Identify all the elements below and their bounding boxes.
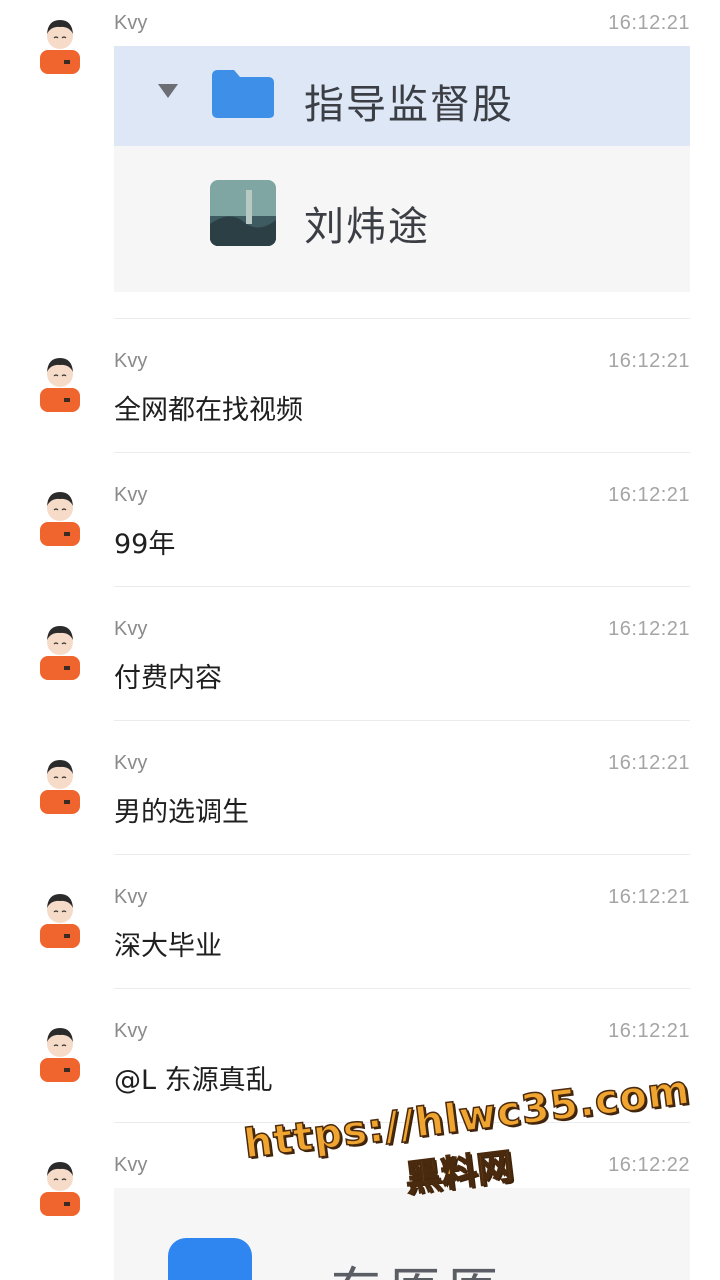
message-time: 16:12:21 — [608, 484, 690, 506]
avatar-icon[interactable] — [36, 1020, 84, 1082]
divider — [114, 988, 690, 989]
caret-down-icon — [158, 84, 178, 98]
app-icon — [168, 1238, 252, 1280]
sender-name: Kvy — [114, 12, 148, 34]
message-text: @L 东源真乱 — [114, 1065, 273, 1096]
group-name: 指导监督股 — [304, 82, 514, 128]
message-time: 16:12:21 — [608, 886, 690, 908]
message-text: 深大毕业 — [114, 931, 222, 962]
avatar-icon[interactable] — [36, 12, 84, 74]
sender-name: Kvy — [114, 618, 148, 640]
sender-name: Kvy — [114, 752, 148, 774]
divider — [114, 586, 690, 587]
member-avatar-image — [210, 180, 276, 246]
avatar-icon[interactable] — [36, 1154, 84, 1216]
avatar-icon[interactable] — [36, 484, 84, 546]
message-time: 16:12:21 — [608, 350, 690, 372]
card-text: 东原原 — [330, 1250, 504, 1280]
avatar-icon[interactable] — [36, 350, 84, 412]
contact-card[interactable]: 指导监督股 刘炜途 — [114, 46, 690, 292]
divider — [114, 854, 690, 855]
sender-name: Kvy — [114, 350, 148, 372]
avatar-icon[interactable] — [36, 752, 84, 814]
message-text: 99年 — [114, 529, 176, 560]
sender-name: Kvy — [114, 484, 148, 506]
member-name: 刘炜途 — [304, 204, 430, 250]
message-time: 16:12:21 — [608, 1020, 690, 1042]
avatar-icon[interactable] — [36, 618, 84, 680]
message-time: 16:12:21 — [608, 752, 690, 774]
sender-name: Kvy — [114, 886, 148, 908]
message-text: 全网都在找视频 — [114, 395, 303, 426]
message-time: 16:12:21 — [608, 618, 690, 640]
avatar-icon[interactable] — [36, 886, 84, 948]
folder-icon — [212, 70, 274, 118]
message-text: 男的选调生 — [114, 797, 249, 828]
sender-name: Kvy — [114, 1154, 148, 1176]
divider — [114, 720, 690, 721]
divider — [114, 318, 690, 319]
divider — [114, 452, 690, 453]
sender-name: Kvy — [114, 1020, 148, 1042]
message-time: 16:12:21 — [608, 12, 690, 34]
message-text: 付费内容 — [114, 663, 222, 694]
